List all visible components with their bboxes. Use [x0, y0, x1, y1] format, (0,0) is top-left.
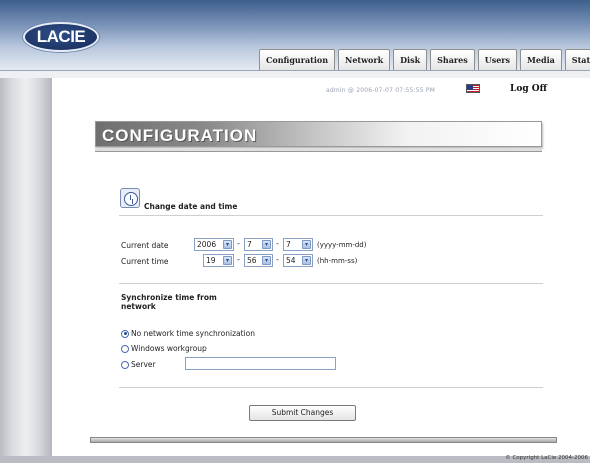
- tab-network[interactable]: Network: [338, 49, 391, 70]
- day-value: 7: [286, 240, 291, 249]
- page-title: CONFIGURATION: [102, 126, 258, 145]
- datetime-heading: Change date and time: [144, 202, 238, 211]
- chevron-down-icon: ▾: [262, 256, 271, 265]
- day-select[interactable]: 7 ▾: [283, 238, 313, 251]
- time-separator: -: [276, 255, 279, 264]
- page-title-banner: CONFIGURATION: [95, 121, 542, 147]
- radio-label: Server: [131, 360, 156, 369]
- radio-windows-workgroup[interactable]: Windows workgroup: [121, 344, 207, 353]
- minute-select[interactable]: 56 ▾: [244, 254, 273, 267]
- date-separator: -: [237, 239, 240, 248]
- second-select[interactable]: 54 ▾: [283, 254, 313, 267]
- header-banner: LACIE Configuration Network Disk Shares …: [0, 0, 590, 72]
- lacie-logo: LACIE: [23, 22, 99, 52]
- chevron-down-icon: ▾: [302, 240, 311, 249]
- logoff-link[interactable]: Log Off: [510, 84, 547, 94]
- us-flag-icon[interactable]: [466, 84, 480, 93]
- second-value: 54: [286, 256, 296, 265]
- tab-disk[interactable]: Disk: [393, 49, 428, 70]
- divider: [119, 387, 543, 388]
- date-separator: -: [276, 239, 279, 248]
- radio-label: No network time synchronization: [131, 329, 255, 338]
- sync-heading: Synchronize time from network: [121, 293, 217, 311]
- radio-label: Windows workgroup: [131, 344, 207, 353]
- bottom-bar: [90, 437, 557, 443]
- year-value: 2006: [197, 240, 217, 249]
- hour-value: 19: [206, 256, 216, 265]
- current-time-label: Current time: [121, 257, 169, 266]
- year-select[interactable]: 2006 ▾: [194, 238, 234, 251]
- server-input[interactable]: [185, 357, 336, 370]
- submit-changes-button[interactable]: Submit Changes: [249, 405, 356, 421]
- radio-no-sync[interactable]: No network time synchronization: [121, 329, 255, 338]
- tab-users[interactable]: Users: [477, 49, 518, 70]
- radio-selected-icon[interactable]: [121, 329, 129, 338]
- main-content: admin @ 2006-07-07 07:55:55 PM Log Off C…: [52, 78, 590, 456]
- radio-server[interactable]: Server: [121, 360, 156, 369]
- footer: © Copyright LaCie 2004-2006: [0, 455, 590, 463]
- tab-shares[interactable]: Shares: [430, 49, 475, 70]
- divider: [119, 215, 543, 216]
- tab-bar-underline: [0, 70, 590, 78]
- hour-select[interactable]: 19 ▾: [203, 254, 234, 267]
- clock-icon: [120, 188, 140, 208]
- tab-configuration[interactable]: Configuration: [259, 49, 336, 70]
- date-format-hint: (yyyy-mm-dd): [317, 241, 367, 249]
- month-value: 7: [247, 240, 252, 249]
- session-status: admin @ 2006-07-07 07:55:55 PM: [326, 87, 436, 94]
- current-date-label: Current date: [121, 241, 169, 250]
- chevron-down-icon: ▾: [262, 240, 271, 249]
- chevron-down-icon: ▾: [302, 256, 311, 265]
- tab-media[interactable]: Media: [520, 49, 562, 70]
- tab-bar: Configuration Network Disk Shares Users …: [259, 49, 590, 70]
- minute-value: 56: [247, 256, 257, 265]
- month-select[interactable]: 7 ▾: [244, 238, 273, 251]
- copyright-text: © Copyright LaCie 2004-2006: [505, 455, 588, 461]
- chevron-down-icon: ▾: [223, 240, 232, 249]
- divider: [119, 283, 543, 284]
- title-underline: [95, 148, 542, 152]
- chevron-down-icon: ▾: [223, 256, 232, 265]
- time-format-hint: (hh-mm-ss): [317, 257, 358, 265]
- time-separator: -: [237, 255, 240, 264]
- radio-icon[interactable]: [121, 360, 129, 369]
- tab-status[interactable]: Status: [564, 49, 590, 70]
- radio-icon[interactable]: [121, 344, 129, 353]
- left-rail: [0, 78, 52, 463]
